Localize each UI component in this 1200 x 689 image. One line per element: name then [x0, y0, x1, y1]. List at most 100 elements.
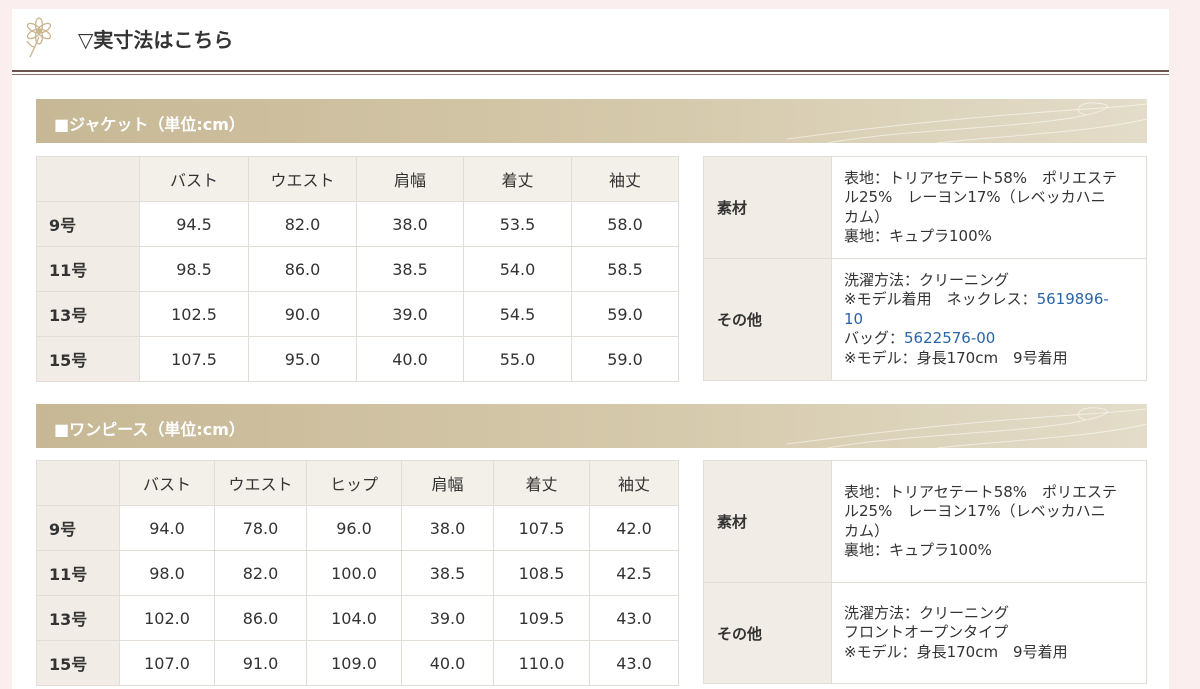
other-value: 洗濯方法：クリーニング ※モデル着用 ネックレス：5619896- 10 バッグ…	[831, 258, 1147, 381]
column-header: ウエスト	[248, 156, 357, 202]
jacket-info-table: 素材 表地：トリアセテート58% ポリエステ ル25% レーヨン17%（レベッカ…	[703, 156, 1147, 381]
wash-text: 洗濯方法：クリーニング	[844, 270, 1010, 289]
table-cell: 39.0	[401, 595, 494, 641]
material-line: 裏地：キュプラ100%	[844, 541, 992, 559]
jacket-section-header: ■ジャケット（単位:cm）	[36, 99, 1147, 143]
table-row: 13号 102.5 90.0 39.0 54.5 59.0	[36, 291, 679, 337]
size-label: 13号	[36, 291, 140, 337]
table-row: 15号 107.5 95.0 40.0 55.0 59.0	[36, 336, 679, 382]
column-header: ウエスト	[214, 460, 307, 506]
necklace-prefix: ※モデル着用 ネックレス：	[844, 290, 1037, 309]
table-cell: 90.0	[248, 291, 357, 337]
table-cell: 107.5	[139, 336, 249, 382]
material-value: 表地：トリアセテート58% ポリエステ ル25% レーヨン17%（レベッカハニ …	[831, 156, 1147, 259]
table-cell: 108.5	[493, 550, 590, 596]
column-header: 肩幅	[356, 156, 464, 202]
column-header: 袖丈	[589, 460, 679, 506]
table-cell: 38.5	[356, 246, 464, 292]
title-divider	[12, 70, 1169, 72]
table-cell: 82.0	[214, 550, 307, 596]
material-value: 表地：トリアセテート58% ポリエステ ル25% レーヨン17%（レベッカハニ …	[831, 460, 1147, 583]
table-cell: 58.0	[571, 201, 679, 247]
other-value: 洗濯方法：クリーニング フロントオープンタイプ ※モデル：身長170cm 9号着…	[831, 582, 1147, 684]
table-cell: 38.0	[401, 505, 494, 551]
table-cell: 86.0	[214, 595, 307, 641]
table-cell: 38.0	[356, 201, 464, 247]
table-cell: 59.0	[571, 291, 679, 337]
table-cell: 102.0	[119, 595, 215, 641]
table-row: 11号 98.5 86.0 38.5 54.0 58.5	[36, 246, 679, 292]
table-cell: 109.5	[493, 595, 590, 641]
necklace-line: ※モデル着用 ネックレス：5619896-	[844, 290, 1136, 310]
table-cell: 95.0	[248, 336, 357, 382]
other-line: ※モデル：身長170cm 9号着用	[844, 642, 1068, 661]
size-label: 15号	[36, 336, 140, 382]
table-cell: 104.0	[306, 595, 402, 641]
size-label: 13号	[36, 595, 120, 641]
onepiece-section-title: ■ワンピース（単位:cm）	[54, 420, 245, 439]
onepiece-section-header: ■ワンピース（単位:cm）	[36, 404, 1147, 448]
material-row: 素材 表地：トリアセテート58% ポリエステ ル25% レーヨン17%（レベッカ…	[703, 156, 1147, 259]
table-row: 9号 94.5 82.0 38.0 53.5 58.0	[36, 201, 679, 247]
table-cell: 96.0	[306, 505, 402, 551]
other-line: フロントオープンタイプ	[844, 623, 1009, 642]
table-cell: 107.0	[119, 640, 215, 686]
model-text: ※モデル：身長170cm 9号着用	[844, 348, 1068, 367]
material-line: カム）	[844, 521, 890, 540]
table-cell: 40.0	[401, 640, 494, 686]
bag-code-link[interactable]: 5622576-00	[904, 329, 995, 347]
table-cell: 42.5	[589, 550, 679, 596]
necklace-code-link[interactable]: 5619896-	[1037, 290, 1109, 308]
swirl-ornament-icon	[787, 404, 1147, 448]
table-cell: 42.0	[589, 505, 679, 551]
title-divider-thin	[12, 74, 1169, 75]
table-row: 9号 94.0 78.0 96.0 38.0 107.5 42.0	[36, 505, 679, 551]
table-cell: 54.0	[463, 246, 572, 292]
table-row: 13号 102.0 86.0 104.0 39.0 109.5 43.0	[36, 595, 679, 641]
necklace-code-link-cont[interactable]: 10	[844, 310, 1136, 330]
other-line: 洗濯方法：クリーニング	[844, 603, 1010, 622]
jacket-section-title: ■ジャケット（単位:cm）	[54, 115, 245, 134]
table-cell: 98.0	[119, 550, 215, 596]
material-line: 表地：トリアセテート58% ポリエステ	[844, 482, 1118, 501]
table-row: 11号 98.0 82.0 100.0 38.5 108.5 42.5	[36, 550, 679, 596]
table-cell: 43.0	[589, 640, 679, 686]
table-cell: 58.5	[571, 246, 679, 292]
bag-line: バッグ：5622576-00	[844, 329, 1136, 349]
table-cell: 54.5	[463, 291, 572, 337]
table-header-row: バスト ウエスト 肩幅 着丈 袖丈	[36, 156, 679, 202]
onepiece-info-table: 素材 表地：トリアセテート58% ポリエステ ル25% レーヨン17%（レベッカ…	[703, 460, 1147, 684]
table-cell: 98.5	[139, 246, 249, 292]
material-line: カム）	[844, 207, 890, 226]
column-header: 肩幅	[401, 460, 494, 506]
bag-prefix: バッグ：	[844, 329, 905, 348]
material-line: ル25% レーヨン17%（レベッカハニ	[844, 502, 1106, 520]
table-cell: 86.0	[248, 246, 357, 292]
material-row: 素材 表地：トリアセテート58% ポリエステ ル25% レーヨン17%（レベッカ…	[703, 460, 1147, 583]
other-label: その他	[703, 258, 832, 381]
table-cell: 78.0	[214, 505, 307, 551]
table-cell: 38.5	[401, 550, 494, 596]
material-line: ル25% レーヨン17%（レベッカハニ	[844, 188, 1106, 206]
table-cell: 109.0	[306, 640, 402, 686]
column-header: ヒップ	[306, 460, 402, 506]
table-cell: 102.5	[139, 291, 249, 337]
column-header: バスト	[119, 460, 215, 506]
table-cell: 110.0	[493, 640, 590, 686]
table-cell: 94.5	[139, 201, 249, 247]
page-title: ▽実寸法はこちら	[78, 28, 234, 52]
material-line: 裏地：キュプラ100%	[844, 227, 992, 245]
column-header: 着丈	[493, 460, 590, 506]
other-row: その他 洗濯方法：クリーニング フロントオープンタイプ ※モデル：身長170cm…	[703, 582, 1147, 684]
column-header: 着丈	[463, 156, 572, 202]
flower-icon	[26, 17, 52, 58]
size-label: 11号	[36, 550, 120, 596]
material-line: 表地：トリアセテート58% ポリエステ	[844, 168, 1118, 187]
jacket-size-table: バスト ウエスト 肩幅 着丈 袖丈 9号 94.5 82.0 38.0 53.5…	[36, 156, 679, 382]
swirl-ornament-icon	[787, 99, 1147, 143]
table-corner-cell	[36, 156, 140, 202]
column-header: 袖丈	[571, 156, 679, 202]
size-label: 9号	[36, 201, 140, 247]
table-cell: 40.0	[356, 336, 464, 382]
other-label: その他	[703, 582, 832, 684]
